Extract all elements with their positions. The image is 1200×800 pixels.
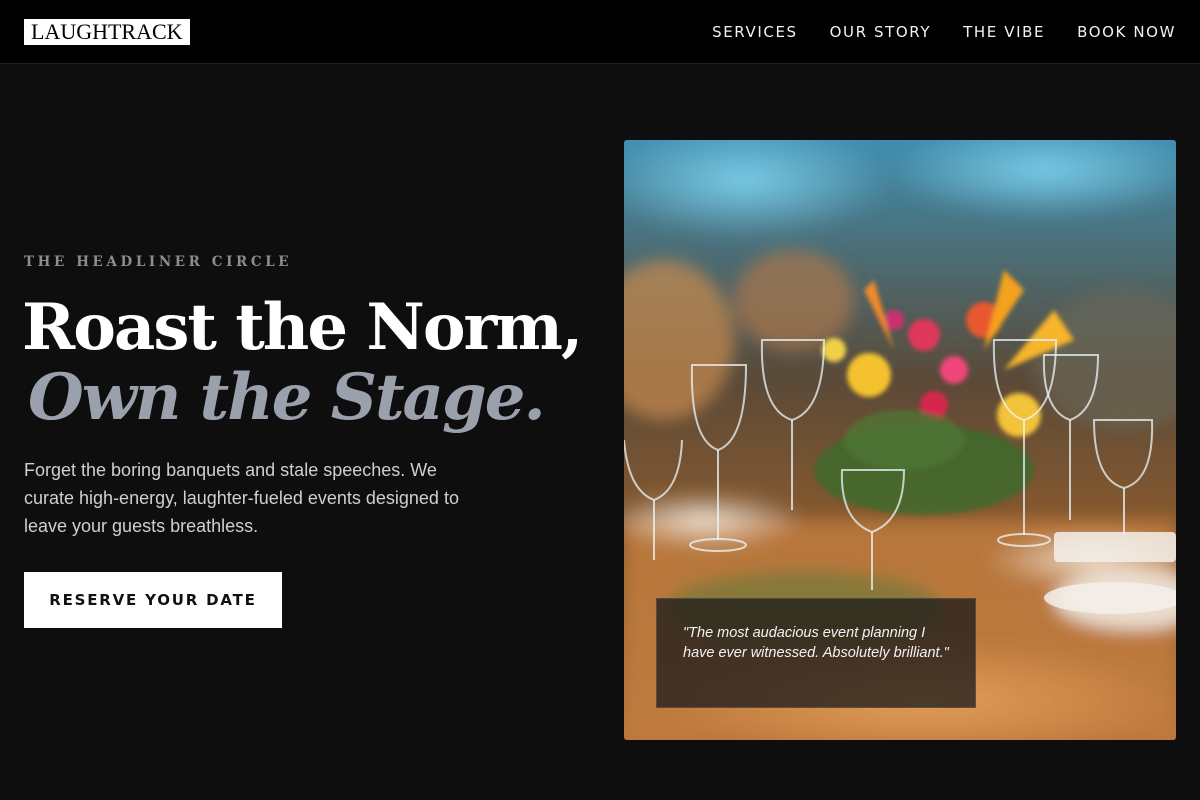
nav-our-story[interactable]: OUR STORY — [830, 23, 932, 41]
nav-services[interactable]: SERVICES — [712, 23, 798, 41]
testimonial-card: "The most audacious event planning I hav… — [656, 598, 976, 708]
logo[interactable]: LAUGHTRACK — [24, 19, 190, 45]
nav-the-vibe[interactable]: THE VIBE — [963, 23, 1045, 41]
nav-book-now[interactable]: BOOK NOW — [1077, 23, 1176, 41]
hero-eyebrow: THE HEADLINER CIRCLE — [24, 254, 293, 270]
main-nav: SERVICES OUR STORY THE VIBE BOOK NOW — [712, 0, 1176, 64]
headline-line-2: Own the Stage. — [28, 360, 546, 435]
hero-description: Forget the boring banquets and stale spe… — [24, 460, 459, 536]
site-header: LAUGHTRACK SERVICES OUR STORY THE VIBE B… — [0, 0, 1200, 64]
reserve-date-button[interactable]: RESERVE YOUR DATE — [24, 572, 282, 628]
testimonial-quote: "The most audacious event planning I hav… — [683, 625, 949, 661]
headline-line-1: Roast the Norm, — [22, 290, 583, 365]
